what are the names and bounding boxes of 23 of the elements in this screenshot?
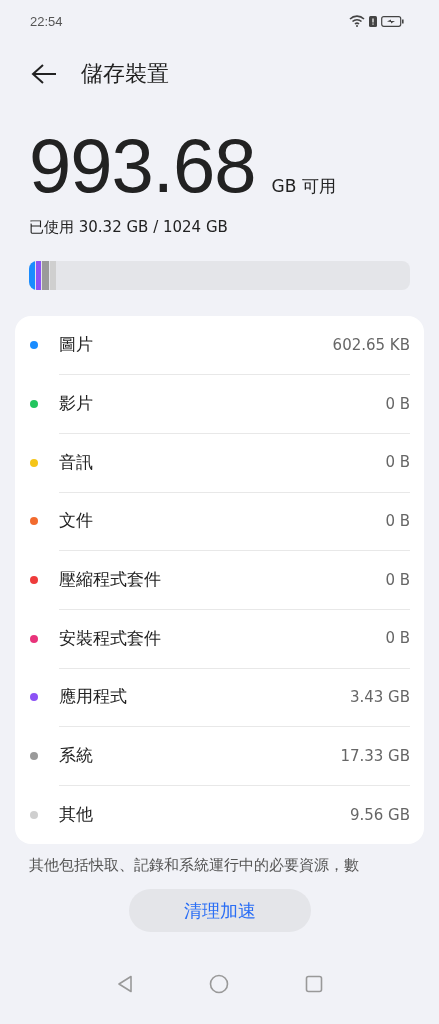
clean-button[interactable]: 清理加速 — [128, 889, 311, 933]
status-time: 22:54 — [30, 13, 63, 29]
category-item[interactable]: 音訊 0 B — [59, 432, 410, 493]
category-item[interactable]: 文件 0 B — [59, 491, 410, 552]
category-item[interactable]: 其他 9.56 GB — [59, 785, 410, 845]
available-amount: 993.68 — [29, 128, 256, 204]
category-item[interactable]: 應用程式 3.43 GB — [59, 667, 410, 728]
back-icon[interactable] — [116, 975, 133, 994]
home-icon[interactable] — [208, 974, 229, 995]
sim-icon — [369, 15, 377, 27]
category-item[interactable]: 影片 0 B — [59, 374, 410, 434]
page-title: 儲存裝置 — [81, 60, 169, 88]
category-item[interactable]: 壓縮程式套件 0 B — [59, 550, 410, 610]
category-item[interactable]: 安裝程式套件 0 B — [59, 608, 410, 669]
used-text: 已使用 30.32 GB / 1024 GB — [29, 218, 229, 237]
category-item[interactable]: 圖片 602.65 KB — [59, 315, 410, 376]
back-arrow-icon[interactable] — [31, 63, 57, 85]
footnote: 其他包括快取、記錄和系統運行中的必要資源，數 — [29, 856, 360, 876]
battery-icon — [381, 15, 404, 27]
recents-icon[interactable] — [304, 975, 323, 994]
available-unit: GB 可用 — [271, 175, 336, 198]
wifi-icon — [349, 15, 365, 27]
category-item[interactable]: 系統 17.33 GB — [59, 726, 410, 786]
